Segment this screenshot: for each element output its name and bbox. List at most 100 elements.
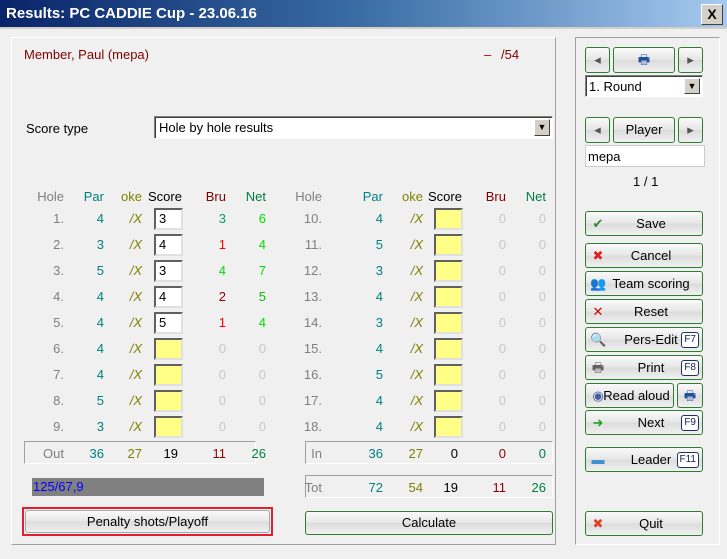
hole-strokes: /X [129, 341, 142, 356]
column-header-stroke: oke [121, 189, 142, 204]
score-type-label: Score type [26, 121, 89, 136]
chevron-down-icon[interactable]: ▼ [534, 119, 550, 136]
tot-score: 19 [443, 480, 458, 495]
print-button[interactable]: 🖶 Print F8 [585, 355, 703, 380]
save-button[interactable]: ✔ Save [585, 211, 703, 236]
score-input[interactable] [154, 416, 183, 438]
button-label: Team scoring [612, 276, 690, 291]
speaker-icon: ◉ [592, 388, 604, 403]
score-input[interactable] [434, 286, 463, 308]
hole-netto: 5 [258, 289, 266, 304]
column-header-par: Par [362, 189, 383, 204]
out-strokes: 27 [127, 446, 142, 461]
column-header-net: Net [525, 189, 546, 204]
score-input[interactable] [434, 338, 463, 360]
column-header-bru: Bru [205, 189, 226, 204]
pers-edit-button[interactable]: 🔍 Pers-Edit F7 [585, 327, 703, 352]
next-player-button[interactable]: ▸ [678, 117, 703, 143]
hole-par: 4 [375, 211, 383, 226]
player-search-value: mepa [588, 149, 621, 164]
score-input[interactable]: 3 [154, 260, 183, 282]
chevron-down-icon[interactable]: ▼ [684, 78, 700, 94]
hole-netto: 7 [258, 263, 266, 278]
player-button[interactable]: Player [613, 117, 675, 143]
score-input[interactable] [154, 390, 183, 412]
button-label: Pers-Edit [624, 332, 678, 347]
cancel-button[interactable]: ✖ Cancel [585, 243, 703, 268]
print-round-button[interactable]: 🖶 [613, 47, 675, 73]
score-input[interactable] [434, 312, 463, 334]
score-input[interactable] [434, 234, 463, 256]
team-scoring-button[interactable]: 👥 Team scoring [585, 271, 703, 296]
hole-number: 5. [53, 315, 64, 330]
leader-button[interactable]: ▬ Leader F11 [585, 447, 703, 472]
printer-icon: 🖶 [683, 388, 697, 403]
score-input[interactable] [434, 390, 463, 412]
hole-brutto: 0 [218, 341, 226, 356]
next-button[interactable]: ➜ Next F9 [585, 410, 703, 435]
hole-strokes: /X [410, 341, 423, 356]
hole-brutto: 1 [218, 237, 226, 252]
hole-netto: 4 [258, 315, 266, 330]
hole-strokes: /X [129, 263, 142, 278]
leader-icon: ▬ [591, 452, 605, 467]
player-search-input[interactable]: mepa [585, 145, 705, 167]
team-icon: 👥 [590, 276, 607, 291]
hole-strokes: /X [129, 367, 142, 382]
quit-button[interactable]: ✖ Quit [585, 511, 703, 536]
in-score: 0 [450, 446, 458, 461]
function-key-badge: F9 [681, 415, 699, 431]
in-strokes: 27 [408, 446, 423, 461]
calculate-button[interactable]: Calculate [305, 511, 553, 535]
prev-player-button[interactable]: ◂ [585, 117, 610, 143]
course-rating-bar: 125/67,9 [32, 478, 264, 496]
score-input[interactable]: 5 [154, 312, 183, 334]
hole-par: 4 [375, 419, 383, 434]
tot-brutto: 11 [492, 480, 507, 495]
hole-netto: 6 [258, 211, 266, 226]
column-header-hole: Hole [295, 189, 322, 204]
score-input[interactable] [154, 364, 183, 386]
hole-number: 11. [304, 237, 322, 252]
column-header-stroke: oke [402, 189, 423, 204]
column-header-bru: Bru [485, 189, 506, 204]
window-title: Results: PC CADDIE Cup - 23.06.16 [6, 5, 257, 22]
close-button[interactable]: X [701, 4, 723, 25]
out-par: 36 [89, 446, 104, 461]
function-key-badge: F7 [681, 332, 699, 348]
in-netto: 0 [538, 446, 546, 461]
hole-brutto: 0 [498, 393, 506, 408]
hole-par: 5 [96, 393, 104, 408]
reset-button[interactable]: ✕ Reset [585, 299, 703, 324]
hole-strokes: /X [129, 315, 142, 330]
score-type-value: Hole by hole results [159, 120, 274, 135]
read-aloud-button[interactable]: ◉ Read aloud [585, 383, 674, 408]
prev-round-button[interactable]: ◂ [585, 47, 610, 73]
hole-brutto: 4 [218, 263, 226, 278]
hole-netto: 0 [538, 289, 546, 304]
round-select[interactable]: 1. Round ▼ [585, 75, 703, 97]
out-brutto: 11 [212, 446, 227, 461]
hole-number: 18. [303, 419, 322, 434]
course-rating: 125/67,9 [33, 479, 84, 494]
penalty-playoff-button[interactable]: Penalty shots/Playoff [25, 510, 270, 533]
score-input[interactable] [154, 338, 183, 360]
hole-netto: 4 [258, 237, 266, 252]
score-input[interactable] [434, 208, 463, 230]
player-count: 1 / 1 [633, 174, 659, 189]
next-round-button[interactable]: ▸ [678, 47, 703, 73]
score-input[interactable]: 4 [154, 234, 183, 256]
score-type-select[interactable]: Hole by hole results ▼ [154, 116, 553, 139]
hole-number: 8. [53, 393, 64, 408]
score-input[interactable]: 3 [154, 208, 183, 230]
score-input[interactable] [434, 416, 463, 438]
player-handicap: /54 [501, 47, 520, 62]
hole-brutto: 0 [498, 289, 506, 304]
score-input[interactable] [434, 260, 463, 282]
button-label: Leader [630, 452, 672, 467]
score-input[interactable] [434, 364, 463, 386]
read-aloud-print-button[interactable]: 🖶 [677, 383, 703, 408]
quit-icon: ✖ [592, 516, 604, 531]
column-header-par: Par [83, 189, 104, 204]
score-input[interactable]: 4 [154, 286, 183, 308]
